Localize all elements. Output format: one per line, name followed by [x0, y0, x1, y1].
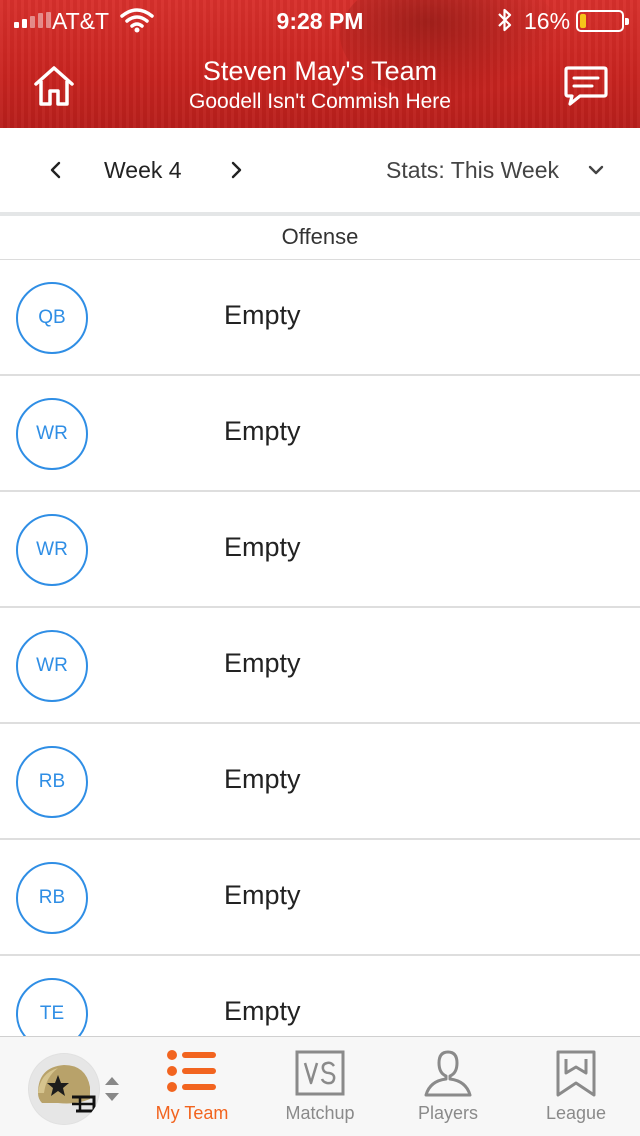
status-bar: AT&T 9:28 PM 16% [0, 0, 640, 40]
bookmark-icon [556, 1050, 596, 1097]
next-week-chevron-icon[interactable] [220, 154, 252, 186]
player-slot-name[interactable]: Empty [224, 532, 301, 563]
roster-row[interactable]: RB Empty [0, 724, 640, 840]
roster-row[interactable]: QB Empty [0, 260, 640, 376]
list-icon [167, 1050, 216, 1092]
player-slot-name[interactable]: Empty [224, 996, 301, 1027]
position-badge[interactable]: WR [16, 630, 88, 702]
position-badge[interactable]: RB [16, 862, 88, 934]
player-slot-name[interactable]: Empty [224, 300, 301, 331]
position-badge[interactable]: QB [16, 282, 88, 354]
bottom-tab-bar: My Team Matchup Players League [0, 1036, 640, 1136]
tab-label: Players [417, 1103, 479, 1123]
previous-week-chevron-icon[interactable] [40, 154, 72, 186]
stats-period-dropdown[interactable]: Stats: This Week [386, 157, 559, 184]
app-header: AT&T 9:28 PM 16% Steven May's Team Goode… [0, 0, 640, 128]
week-selector-bar: Week 4 Stats: This Week [0, 128, 640, 212]
section-title: Offense [281, 224, 359, 249]
roster-row[interactable]: WR Empty [0, 608, 640, 724]
sort-updown-icon[interactable] [102, 1071, 122, 1107]
battery-icon [576, 10, 629, 32]
team-title: Steven May's Team [202, 56, 438, 86]
person-icon [424, 1050, 472, 1097]
team-switcher[interactable] [24, 1049, 128, 1125]
vs-icon [295, 1050, 345, 1096]
position-badge[interactable]: WR [16, 398, 88, 470]
player-slot-name[interactable]: Empty [224, 648, 301, 679]
position-badge[interactable]: TE [16, 978, 88, 1036]
roster-row[interactable]: WR Empty [0, 492, 640, 608]
team-helmet-icon[interactable] [28, 1053, 100, 1125]
tab-label: My Team [155, 1103, 229, 1123]
roster-row[interactable]: RB Empty [0, 840, 640, 956]
roster-row[interactable]: TE Empty [0, 956, 640, 1036]
position-badge[interactable]: RB [16, 746, 88, 818]
player-slot-name[interactable]: Empty [224, 880, 301, 911]
player-slot-name[interactable]: Empty [224, 764, 301, 795]
league-subtitle: Goodell Isn't Commish Here [189, 90, 451, 113]
section-header-offense: Offense [0, 216, 640, 260]
battery-percent: 16% [524, 8, 571, 34]
tab-matchup[interactable]: Matchup [256, 1037, 384, 1136]
tab-players[interactable]: Players [384, 1037, 512, 1136]
tab-label: Matchup [285, 1103, 355, 1123]
tab-my-team[interactable]: My Team [128, 1037, 256, 1136]
roster-row[interactable]: WR Empty [0, 376, 640, 492]
battery-fill [580, 14, 586, 28]
week-label[interactable]: Week 4 [104, 157, 182, 184]
tab-label: League [545, 1103, 607, 1123]
position-badge[interactable]: WR [16, 514, 88, 586]
tab-league[interactable]: League [512, 1037, 640, 1136]
chat-icon[interactable] [560, 60, 612, 112]
bluetooth-icon [498, 8, 512, 32]
chevron-down-icon[interactable] [584, 158, 608, 182]
roster-list: QB Empty WR Empty WR Empty WR Empty RB E… [0, 260, 640, 1036]
player-slot-name[interactable]: Empty [224, 416, 301, 447]
